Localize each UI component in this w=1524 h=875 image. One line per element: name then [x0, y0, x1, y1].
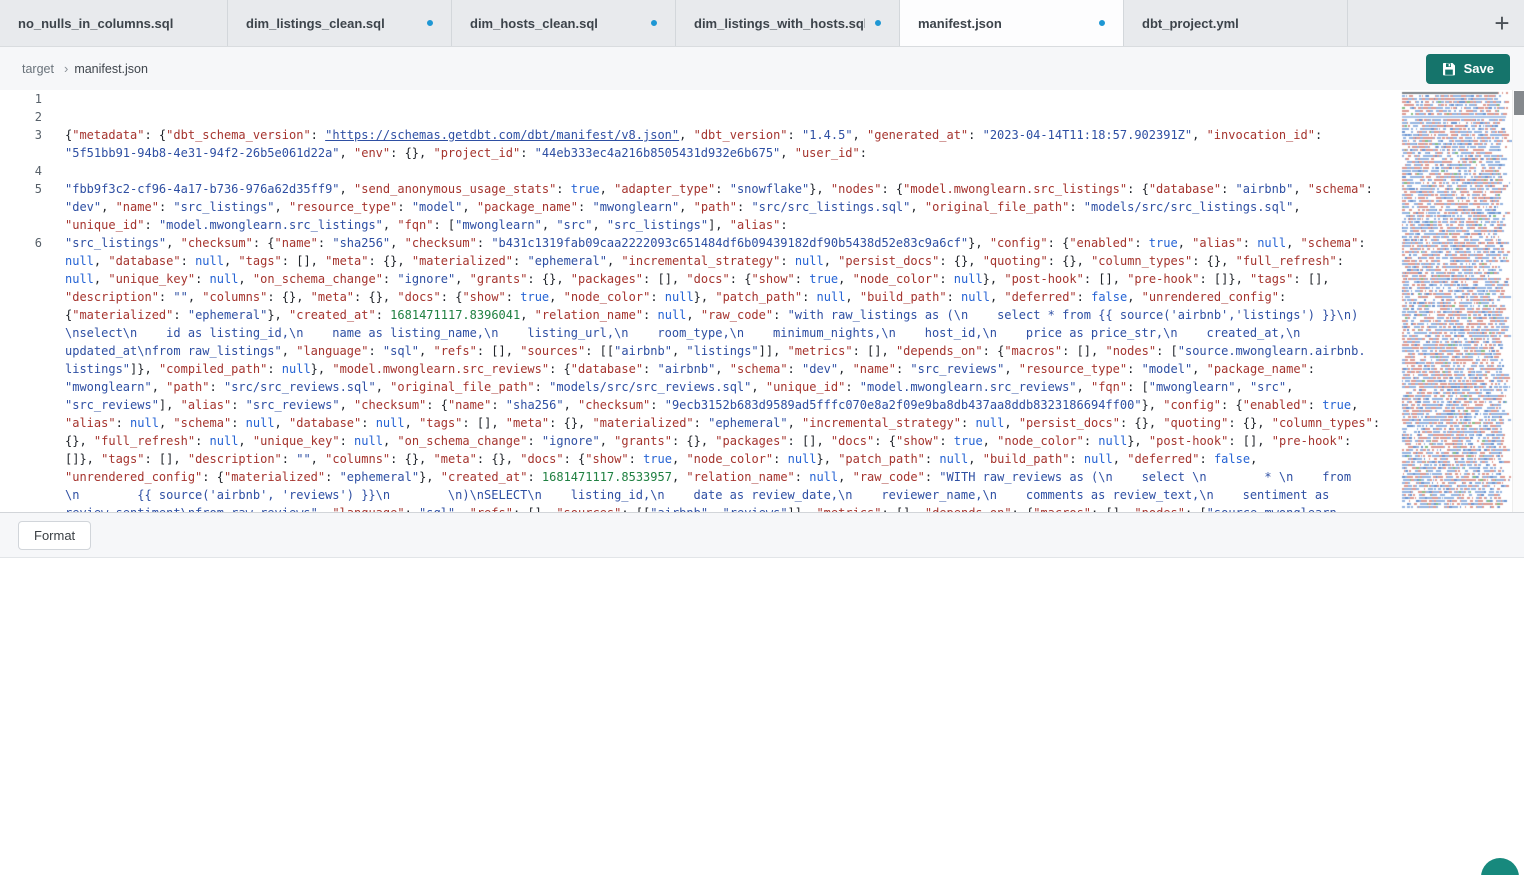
code-row: null, "database": null, "tags": [], "met…: [0, 252, 1524, 270]
code-row: "mwonglearn", "path": "src/src_reviews.s…: [0, 378, 1524, 396]
tab-label: no_nulls_in_columns.sql: [18, 16, 173, 31]
tab-label: dim_listings_with_hosts.sql: [694, 16, 865, 31]
save-button[interactable]: Save: [1426, 54, 1510, 84]
code-text: "alias": null, "schema": null, "database…: [65, 416, 1380, 430]
line-number: 4: [0, 162, 42, 180]
code-row: "src_reviews"], "alias": "src_reviews", …: [0, 396, 1524, 414]
tab-dbt-project-yml[interactable]: dbt_project.yml: [1124, 0, 1348, 46]
minimap[interactable]: [1400, 90, 1512, 512]
tab-bar-spacer: [1348, 0, 1480, 46]
code-row: "description": "", "columns": {}, "meta"…: [0, 288, 1524, 306]
code-text: "5f51bb91-94b8-4e31-94f2-26b5e061d22a", …: [65, 146, 867, 160]
tab-bar: no_nulls_in_columns.sql dim_listings_cle…: [0, 0, 1524, 47]
format-button[interactable]: Format: [18, 521, 91, 550]
breadcrumb-file: manifest.json: [74, 62, 148, 76]
code-text: review_sentiment\nfrom raw_reviews", "la…: [65, 506, 1344, 512]
code-text: "fbb9f3c2-cf96-4a17-b736-976a62d35ff9", …: [65, 182, 1373, 196]
tab-label: dim_hosts_clean.sql: [470, 16, 598, 31]
code-editor[interactable]: 123 {"metadata": {"dbt_schema_version": "…: [0, 90, 1524, 512]
vertical-scrollbar[interactable]: [1512, 90, 1524, 512]
code-row: 5 "fbb9f3c2-cf96-4a17-b736-976a62d35ff9",…: [0, 180, 1524, 198]
new-tab-button[interactable]: +: [1480, 0, 1524, 46]
code-text: \nselect\n id as listing_id,\n name as l…: [65, 326, 1300, 340]
line-number: 1: [0, 90, 42, 108]
tab-label: manifest.json: [918, 16, 1002, 31]
code-row: {}, "full_refresh": null, "unique_key": …: [0, 432, 1524, 450]
unsaved-dot-icon: [875, 20, 881, 26]
code-text: null, "database": null, "tags": [], "met…: [65, 254, 1344, 268]
unsaved-dot-icon: [427, 20, 433, 26]
code-text: "unrendered_config": {"materialized": "e…: [65, 470, 1351, 484]
code-row: "unrendered_config": {"materialized": "e…: [0, 468, 1524, 486]
tab-label: dim_listings_clean.sql: [246, 16, 385, 31]
save-floppy-icon: [1442, 62, 1456, 76]
code-row: 4: [0, 162, 1524, 180]
save-button-label: Save: [1464, 61, 1494, 76]
code-lines: 123 {"metadata": {"dbt_schema_version": "…: [0, 90, 1524, 512]
line-number: 2: [0, 108, 42, 126]
code-row: review_sentiment\nfrom raw_reviews", "la…: [0, 504, 1524, 512]
tab-no-nulls-in-columns-sql[interactable]: no_nulls_in_columns.sql: [0, 0, 228, 46]
code-row: []}, "tags": [], "description": "", "col…: [0, 450, 1524, 468]
tab-dim-listings-clean-sql[interactable]: dim_listings_clean.sql: [228, 0, 452, 46]
editor-action-bar: Format: [0, 512, 1524, 557]
code-text: "src_reviews"], "alias": "src_reviews", …: [65, 398, 1358, 412]
breadcrumb-folder: target: [22, 62, 54, 76]
code-row: 6 "src_listings", "checksum": {"name": "s…: [0, 234, 1524, 252]
code-text: {"metadata": {"dbt_schema_version": "htt…: [65, 128, 1322, 142]
code-row: updated_at\nfrom raw_listings", "languag…: [0, 342, 1524, 360]
code-text: "mwonglearn", "path": "src/src_reviews.s…: [65, 380, 1293, 394]
code-row: \n {{ source('airbnb', 'reviews') }}\n \…: [0, 486, 1524, 504]
code-row: "alias": null, "schema": null, "database…: [0, 414, 1524, 432]
ide-window: no_nulls_in_columns.sql dim_listings_cle…: [0, 0, 1524, 875]
code-row: \nselect\n id as listing_id,\n name as l…: [0, 324, 1524, 342]
tab-dim-listings-with-hosts-sql[interactable]: dim_listings_with_hosts.sql: [676, 0, 900, 46]
code-row: null, "unique_key": null, "on_schema_cha…: [0, 270, 1524, 288]
chevron-right-icon: ›: [64, 61, 68, 76]
code-text: {"materialized": "ephemeral"}, "created_…: [65, 308, 1358, 322]
code-row: listings"]}, "compiled_path": null}, "mo…: [0, 360, 1524, 378]
code-row: "5f51bb91-94b8-4e31-94f2-26b5e061d22a", …: [0, 144, 1524, 162]
code-text: updated_at\nfrom raw_listings", "languag…: [65, 344, 1366, 358]
line-number: 3: [0, 126, 42, 144]
scrollbar-thumb[interactable]: [1514, 91, 1524, 115]
code-row: 2: [0, 108, 1524, 126]
code-row: 1: [0, 90, 1524, 108]
tab-dim-hosts-clean-sql[interactable]: dim_hosts_clean.sql: [452, 0, 676, 46]
line-number: 5: [0, 180, 42, 198]
unsaved-dot-icon: [1099, 20, 1105, 26]
tab-label: dbt_project.yml: [1142, 16, 1239, 31]
code-text: \n {{ source('airbnb', 'reviews') }}\n \…: [65, 488, 1329, 502]
code-text: listings"]}, "compiled_path": null}, "mo…: [65, 362, 1315, 376]
unsaved-dot-icon: [651, 20, 657, 26]
code-row: "unique_id": "model.mwonglearn.src_listi…: [0, 216, 1524, 234]
tab-manifest-json[interactable]: manifest.json: [900, 0, 1124, 46]
code-text: "dev", "name": "src_listings", "resource…: [65, 200, 1301, 214]
code-text: "unique_id": "model.mwonglearn.src_listi…: [65, 218, 788, 232]
code-row: 3 {"metadata": {"dbt_schema_version": "ht…: [0, 126, 1524, 144]
breadcrumb-bar: target › manifest.json Save: [0, 47, 1524, 90]
code-text: "description": "", "columns": {}, "meta"…: [65, 290, 1286, 304]
code-row: "dev", "name": "src_listings", "resource…: [0, 198, 1524, 216]
line-number: 6: [0, 234, 42, 252]
code-text: []}, "tags": [], "description": "", "col…: [65, 452, 1257, 466]
code-row: {"materialized": "ephemeral"}, "created_…: [0, 306, 1524, 324]
plus-icon: +: [1494, 10, 1509, 36]
code-text: null, "unique_key": null, "on_schema_cha…: [65, 272, 1330, 286]
code-text: {}, "full_refresh": null, "unique_key": …: [65, 434, 1351, 448]
code-text: "src_listings", "checksum": {"name": "sh…: [65, 236, 1366, 250]
results-pane: [0, 557, 1524, 875]
